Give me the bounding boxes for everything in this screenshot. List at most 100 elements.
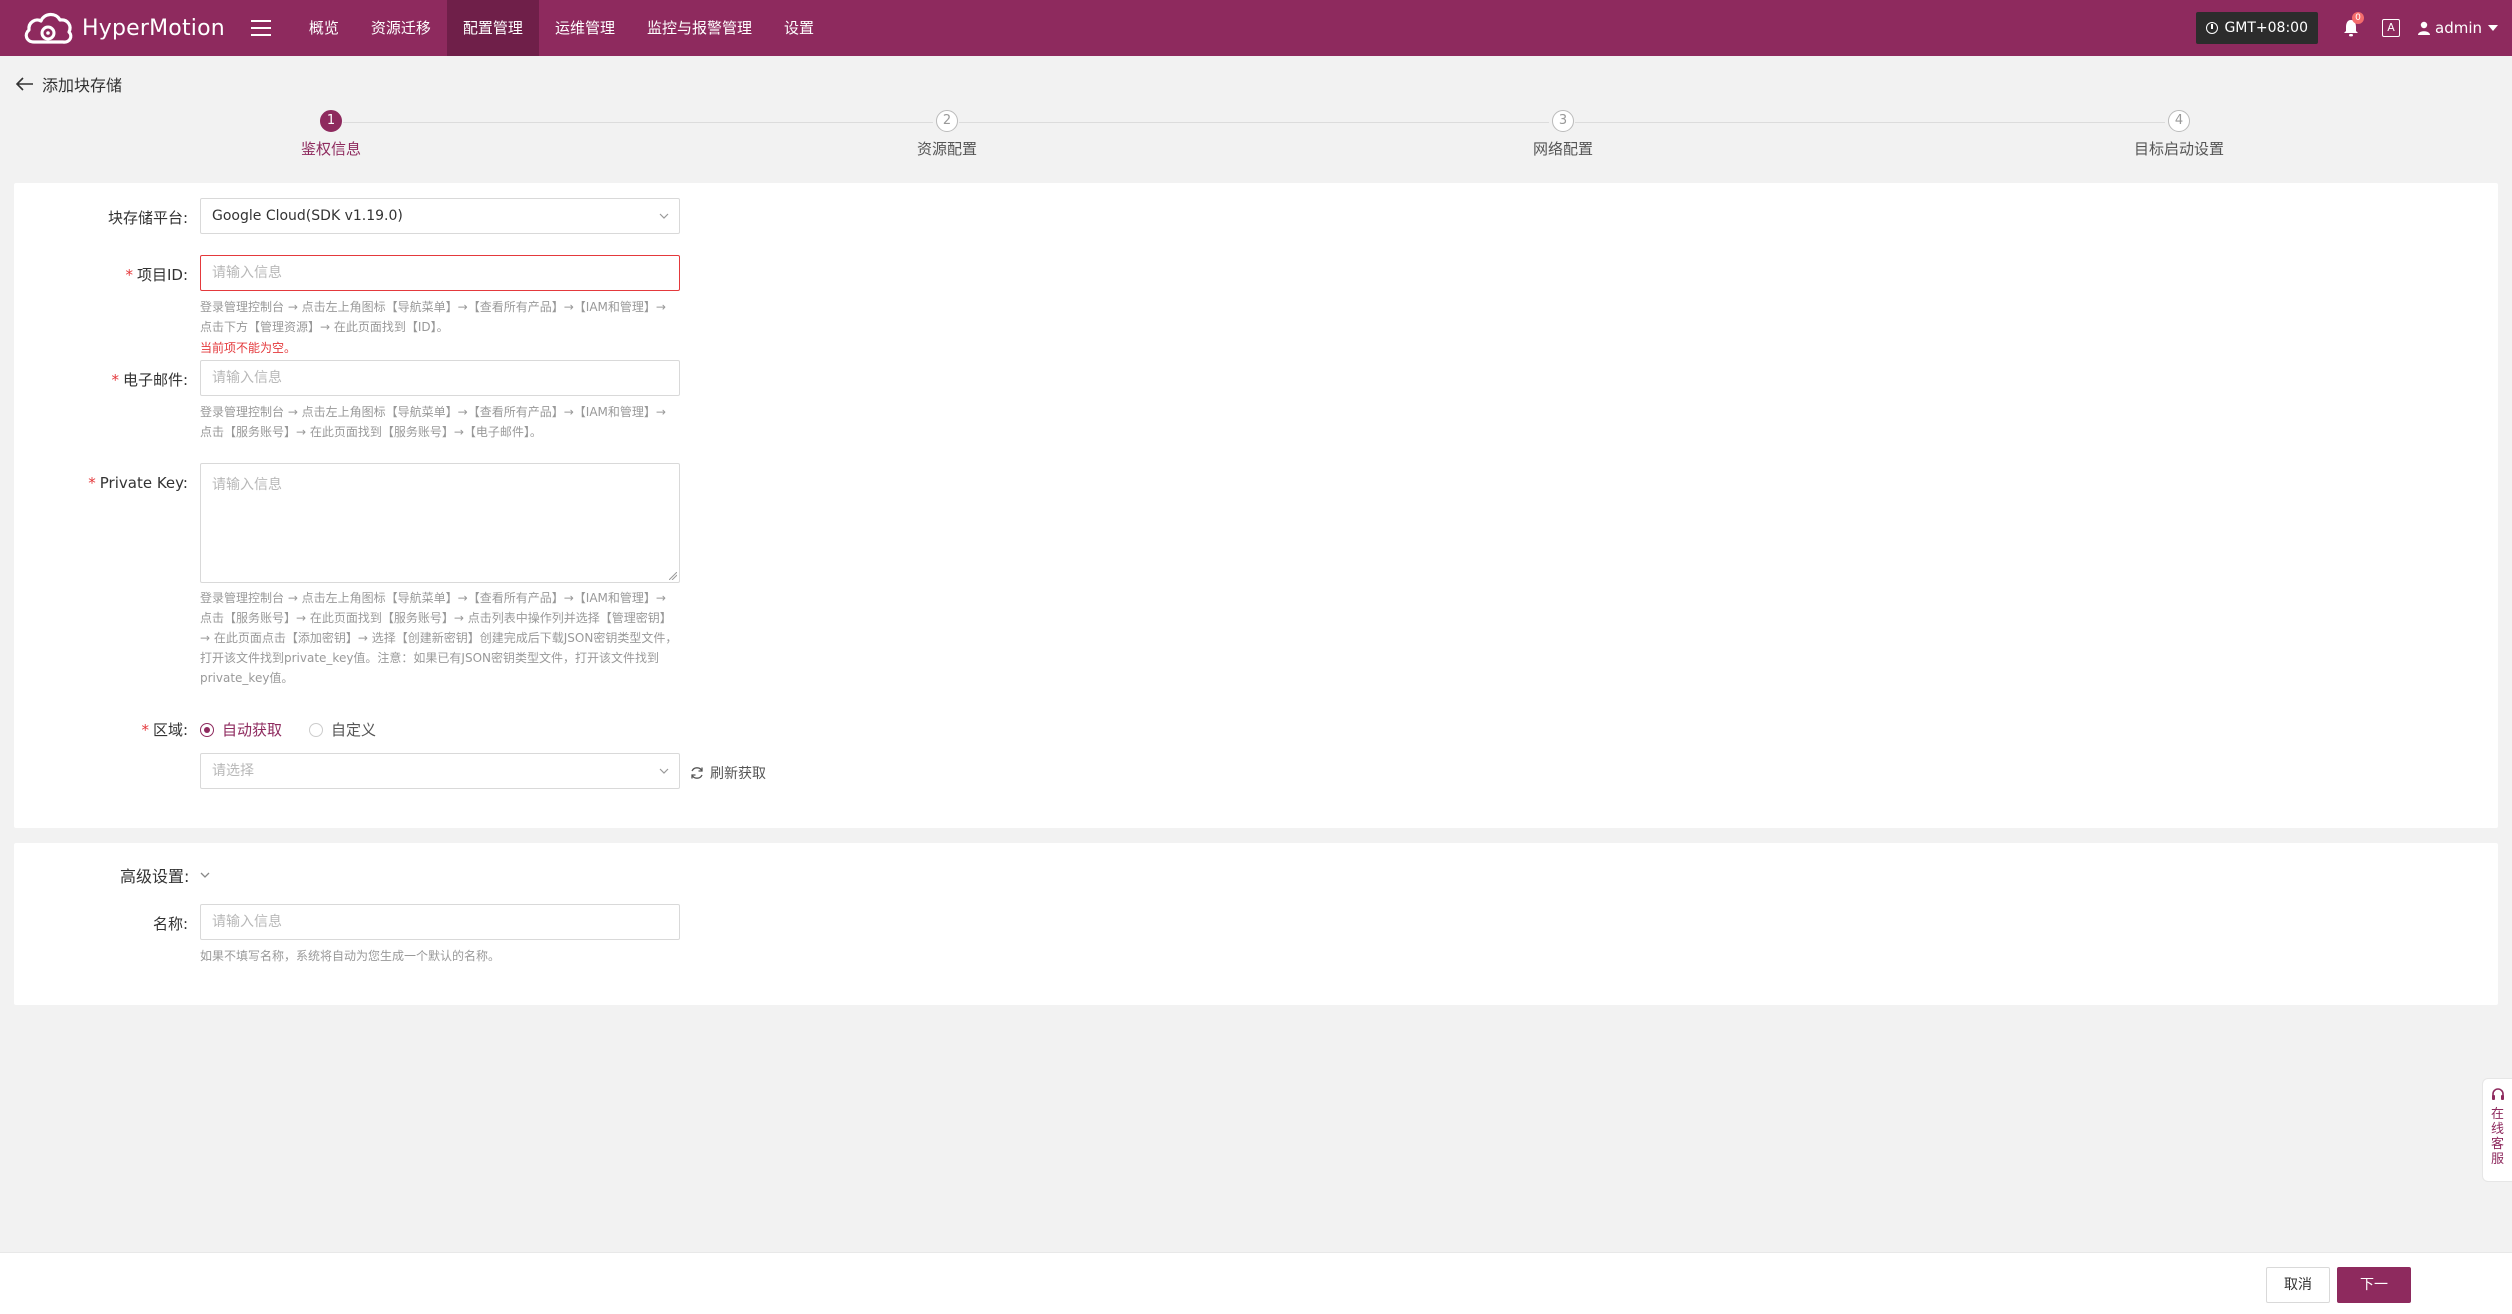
advanced-settings-toggle[interactable]: 高级设置: (120, 863, 211, 887)
brand-name: HyperMotion (82, 15, 225, 41)
resize-handle-icon[interactable] (669, 572, 677, 580)
email-label: * 电子邮件: (111, 369, 188, 390)
step-label: 鉴权信息 (300, 140, 362, 158)
private-key-placeholder: 请输入信息 (212, 477, 282, 493)
language-icon[interactable]: A (2382, 19, 2400, 37)
hint-line: 打开该文件找到private_key值。注意：如果已有JSON密钥类型文件，打开… (200, 651, 660, 665)
step-connector (343, 122, 933, 123)
private-key-textarea[interactable]: 请输入信息 (200, 463, 680, 583)
next-step-button[interactable]: 下一步 (2337, 1267, 2411, 1314)
online-service-label: 在线客服 (2490, 1107, 2504, 1167)
nav-item-monitoring[interactable]: 监控与报警管理 (631, 0, 768, 56)
region-custom-radio[interactable]: 自定义 (309, 719, 376, 740)
page-header: 添加块存储 (16, 72, 122, 96)
step-1: 1 鉴权信息 (301, 110, 361, 159)
caret-down-icon (2488, 25, 2498, 31)
cancel-button[interactable]: 取消 (2266, 1267, 2330, 1303)
private-key-label: * Private Key: (88, 474, 188, 492)
project-id-placeholder: 请输入信息 (212, 265, 282, 281)
step-label: 目标启动设置 (2133, 140, 2225, 158)
step-connector (1575, 122, 2165, 123)
private-key-label-text: Private Key: (99, 474, 188, 492)
region-select[interactable]: 请选择 (200, 753, 680, 789)
user-icon (2418, 21, 2430, 35)
hint-line: private_key值。 (200, 671, 294, 685)
advanced-settings-card: 高级设置: 名称: 请输入信息 如果不填写名称，系统将自动为您生成一个默认的名称… (14, 843, 2498, 1005)
radio-dot-icon (200, 722, 214, 737)
online-service-widget[interactable]: 在线客服 (2482, 1078, 2512, 1182)
step-label: 网络配置 (1532, 140, 1594, 158)
notification-bell-icon[interactable]: 0 (2342, 12, 2364, 38)
nav-item-config[interactable]: 配置管理 (446, 0, 539, 56)
hint-line: → 在此页面点击【添加密钥】→ 选择【创建新密钥】创建完成后下载JSON密钥类型… (200, 631, 678, 645)
region-placeholder: 请选择 (212, 763, 254, 779)
private-key-hint: 登录管理控制台 → 点击左上角图标【导航菜单】→【查看所有产品】→【IAM和管理… (200, 588, 690, 688)
hint-line: 点击【服务账号】→ 在此页面找到【服务账号】→ 点击列表中操作列并选择【管理密钥… (200, 611, 672, 625)
chevron-down-icon (659, 213, 669, 219)
project-id-input[interactable]: 请输入信息 (200, 255, 680, 291)
region-label-text: 区域: (152, 721, 188, 739)
main-nav: 概览 资源迁移 配置管理 运维管理 监控与报警管理 设置 (293, 0, 830, 56)
cloud-logo-icon (24, 12, 73, 44)
hint-line: 登录管理控制台 → 点击左上角图标【导航菜单】→【查看所有产品】→【IAM和管理… (200, 405, 666, 419)
email-hint: 登录管理控制台 → 点击左上角图标【导航菜单】→【查看所有产品】→【IAM和管理… (200, 402, 690, 442)
timezone-label: GMT+08:00 (2224, 20, 2308, 36)
menu-toggle-icon[interactable] (250, 20, 271, 36)
radio-dot-icon (309, 722, 323, 737)
step-label: 资源配置 (916, 140, 978, 158)
name-placeholder: 请输入信息 (212, 914, 282, 930)
auth-form-card: 块存储平台: Google Cloud(SDK v1.19.0) * 项目ID: … (14, 183, 2498, 828)
step-number: 3 (1551, 110, 1574, 132)
region-auto-radio[interactable]: 自动获取 (200, 719, 282, 740)
brand-logo[interactable]: HyperMotion (22, 0, 225, 56)
refresh-icon (691, 767, 703, 779)
hint-line: 登录管理控制台 → 点击左上角图标【导航菜单】→【查看所有产品】→【IAM和管理… (200, 591, 666, 605)
hint-line: 登录管理控制台 → 点击左上角图标【导航菜单】→【查看所有产品】→【IAM和管理… (200, 300, 666, 314)
platform-value: Google Cloud(SDK v1.19.0) (212, 208, 403, 224)
top-navbar: HyperMotion 概览 资源迁移 配置管理 运维管理 监控与报警管理 设置… (0, 0, 2512, 56)
step-number: 1 (319, 110, 342, 132)
header-actions: GMT+08:00 0 A admin (2196, 0, 2498, 56)
name-input[interactable]: 请输入信息 (200, 904, 680, 940)
advanced-settings-title: 高级设置: (120, 867, 190, 886)
nav-item-overview[interactable]: 概览 (293, 0, 355, 56)
back-arrow-icon[interactable] (16, 77, 34, 91)
page-title: 添加块存储 (42, 76, 123, 95)
headset-icon (2491, 1088, 2504, 1100)
name-hint: 如果不填写名称，系统将自动为您生成一个默认的名称。 (200, 949, 501, 963)
clock-icon (2206, 22, 2219, 34)
step-2: 2 资源配置 (917, 110, 977, 159)
refresh-label: 刷新获取 (710, 766, 766, 782)
refresh-region-button[interactable]: 刷新获取 (690, 763, 766, 783)
nav-item-migration[interactable]: 资源迁移 (355, 0, 447, 56)
radio-label: 自定义 (331, 721, 377, 739)
step-number: 2 (935, 110, 958, 132)
step-number: 4 (2167, 110, 2190, 132)
wizard-steps: 1 鉴权信息 2 资源配置 3 网络配置 4 目标启动设置 (0, 110, 2512, 170)
chevron-down-icon (659, 768, 669, 774)
hint-line: 点击下方【管理资源】→ 在此页面找到【ID】。 (200, 320, 449, 334)
nav-item-settings[interactable]: 设置 (768, 0, 830, 56)
step-connector (959, 122, 1549, 123)
timezone-button[interactable]: GMT+08:00 (2196, 12, 2318, 44)
required-mark: * (88, 474, 96, 492)
footer-bar: 取消 下一步 (0, 1252, 2512, 1314)
platform-select[interactable]: Google Cloud(SDK v1.19.0) (200, 198, 680, 234)
email-placeholder: 请输入信息 (212, 370, 282, 386)
project-id-label: * 项目ID: (125, 264, 188, 285)
project-id-hint: 登录管理控制台 → 点击左上角图标【导航菜单】→【查看所有产品】→【IAM和管理… (200, 297, 690, 337)
required-mark: * (125, 266, 133, 284)
username: admin (2435, 19, 2482, 37)
chevron-down-icon (200, 872, 210, 878)
nav-item-ops[interactable]: 运维管理 (539, 0, 631, 56)
project-id-label-text: 项目ID: (136, 266, 188, 284)
required-mark: * (141, 721, 149, 739)
platform-label: 块存储平台: (107, 209, 188, 227)
email-input[interactable]: 请输入信息 (200, 360, 680, 396)
required-mark: * (111, 371, 119, 389)
user-menu[interactable]: admin (2418, 19, 2498, 37)
name-label: 名称: (152, 915, 188, 933)
region-label: * 区域: (141, 719, 188, 740)
project-id-error: 当前项不能为空。 (200, 341, 297, 355)
radio-label: 自动获取 (222, 721, 283, 739)
